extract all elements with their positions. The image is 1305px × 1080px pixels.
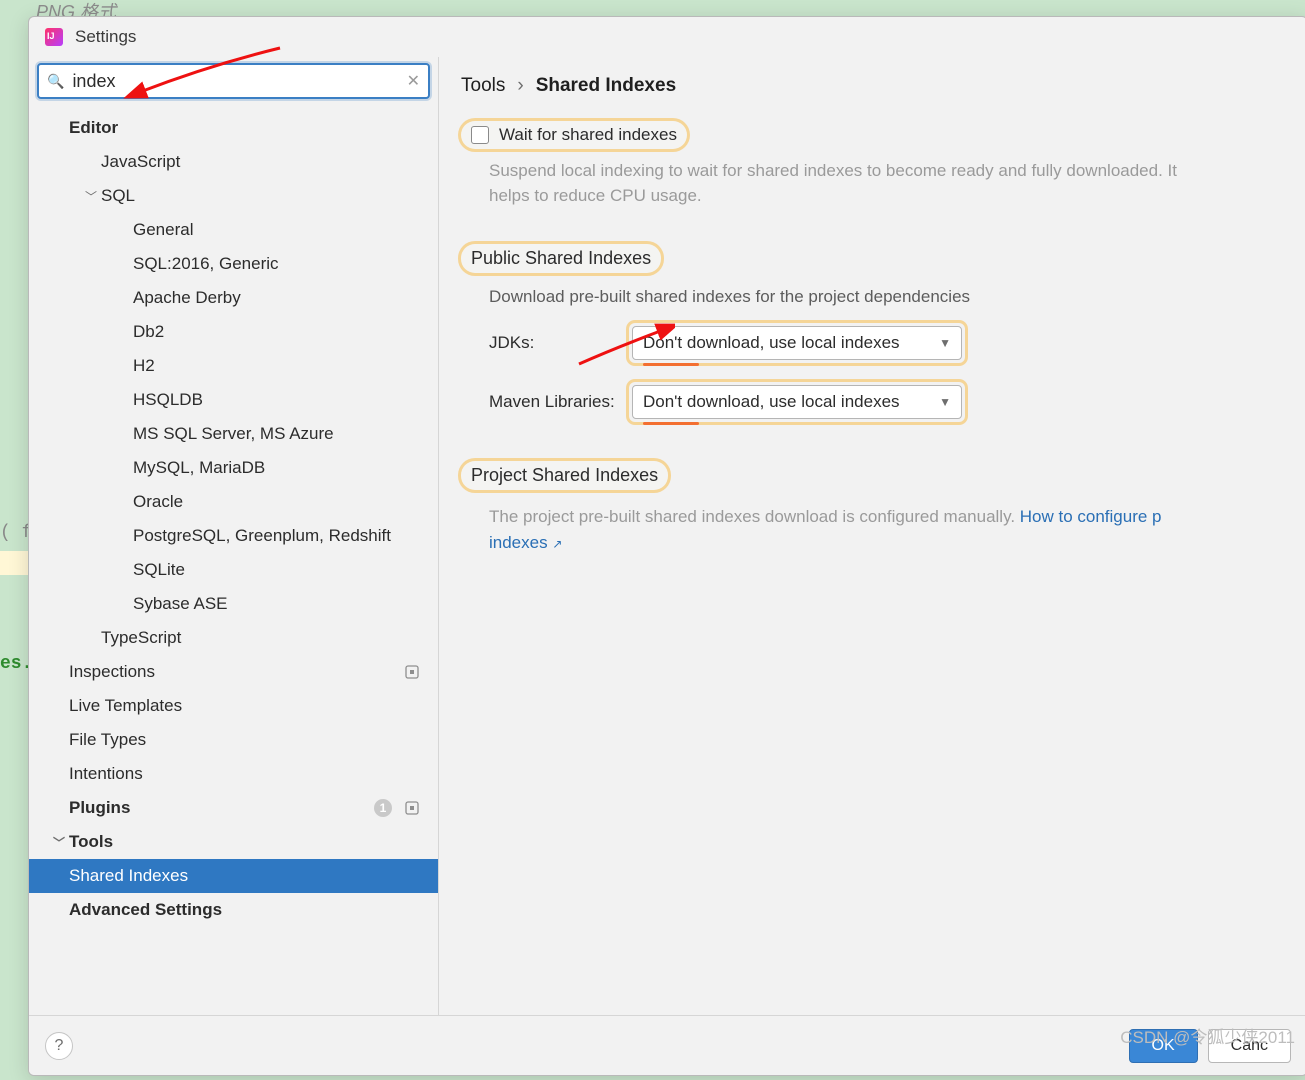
window-title: Settings bbox=[75, 27, 136, 47]
caret-down-icon: ▼ bbox=[939, 336, 951, 350]
section-title-project: Project Shared Indexes bbox=[461, 461, 668, 490]
chevron-right-icon: › bbox=[517, 75, 523, 97]
settings-sidebar: 🔍 ✕ Editor JavaScript ﹀ SQL General SQL:… bbox=[29, 57, 439, 1015]
tree-item[interactable]: MySQL, MariaDB bbox=[29, 451, 438, 485]
tree-item-file-types[interactable]: File Types bbox=[29, 723, 438, 757]
tree-item-advanced-settings[interactable]: Advanced Settings bbox=[29, 893, 438, 927]
update-badge: 1 bbox=[374, 799, 392, 817]
tree-item[interactable]: Sybase ASE bbox=[29, 587, 438, 621]
select-value: Don't download, use local indexes bbox=[643, 333, 900, 353]
settings-content: Tools › Shared Indexes Wait for shared i… bbox=[439, 57, 1305, 1015]
chevron-down-icon[interactable]: ﹀ bbox=[81, 188, 101, 205]
settings-tree: Editor JavaScript ﹀ SQL General SQL:2016… bbox=[29, 105, 438, 1015]
project-section-description: The project pre-built shared indexes dow… bbox=[489, 504, 1285, 555]
caret-down-icon: ▼ bbox=[939, 395, 951, 409]
breadcrumb: Tools › Shared Indexes bbox=[461, 75, 1285, 97]
dialog-footer: ? OK Canc bbox=[29, 1015, 1305, 1075]
search-box[interactable]: 🔍 ✕ bbox=[37, 63, 430, 99]
cancel-button[interactable]: Canc bbox=[1208, 1029, 1291, 1063]
app-icon bbox=[45, 28, 63, 46]
ok-button[interactable]: OK bbox=[1129, 1029, 1198, 1063]
breadcrumb-current: Shared Indexes bbox=[536, 75, 676, 97]
help-icon: ? bbox=[55, 1037, 64, 1055]
tree-item-editor[interactable]: Editor bbox=[29, 111, 438, 145]
tree-item-typescript[interactable]: TypeScript bbox=[29, 621, 438, 655]
how-to-configure-link[interactable]: How to configure p bbox=[1020, 507, 1162, 526]
tree-item-sql[interactable]: ﹀ SQL bbox=[29, 179, 438, 213]
gear-icon bbox=[404, 800, 420, 816]
jdks-label: JDKs: bbox=[489, 333, 619, 353]
wait-for-shared-indexes-checkbox[interactable] bbox=[471, 126, 489, 144]
select-value: Don't download, use local indexes bbox=[643, 392, 900, 412]
tree-item[interactable]: SQLite bbox=[29, 553, 438, 587]
tree-item-tools[interactable]: ﹀ Tools bbox=[29, 825, 438, 859]
tree-item-javascript[interactable]: JavaScript bbox=[29, 145, 438, 179]
breadcrumb-root[interactable]: Tools bbox=[461, 75, 505, 97]
chevron-down-icon[interactable]: ﹀ bbox=[49, 834, 69, 851]
jdks-select[interactable]: Don't download, use local indexes ▼ bbox=[632, 326, 962, 360]
checkbox-label: Wait for shared indexes bbox=[499, 125, 677, 145]
tree-item[interactable]: Apache Derby bbox=[29, 281, 438, 315]
tree-item[interactable]: MS SQL Server, MS Azure bbox=[29, 417, 438, 451]
tree-item[interactable]: PostgreSQL, Greenplum, Redshift bbox=[29, 519, 438, 553]
external-link-icon: ↗ bbox=[552, 537, 562, 551]
section-description: Download pre-built shared indexes for th… bbox=[489, 287, 1285, 307]
tree-item[interactable]: Db2 bbox=[29, 315, 438, 349]
tree-item-shared-indexes[interactable]: Shared Indexes bbox=[29, 859, 438, 893]
bg-strip bbox=[0, 551, 28, 575]
section-title-public: Public Shared Indexes bbox=[461, 244, 661, 273]
tree-item-intentions[interactable]: Intentions bbox=[29, 757, 438, 791]
tree-item[interactable]: H2 bbox=[29, 349, 438, 383]
tree-item-inspections[interactable]: Inspections bbox=[29, 655, 438, 689]
tree-item[interactable]: SQL:2016, Generic bbox=[29, 247, 438, 281]
clear-search-icon[interactable]: ✕ bbox=[407, 71, 420, 91]
search-input[interactable] bbox=[70, 70, 406, 93]
checkbox-description: Suspend local indexing to wait for share… bbox=[489, 159, 1209, 208]
how-to-configure-link[interactable]: indexes ↗ bbox=[489, 533, 562, 552]
titlebar: Settings bbox=[29, 17, 1305, 57]
tree-item-live-templates[interactable]: Live Templates bbox=[29, 689, 438, 723]
help-button[interactable]: ? bbox=[45, 1032, 73, 1060]
settings-dialog: Settings 🔍 ✕ Editor JavaScript ﹀ SQL Gen… bbox=[28, 16, 1305, 1076]
annotation-underline bbox=[643, 422, 699, 425]
gear-icon bbox=[404, 664, 420, 680]
maven-label: Maven Libraries: bbox=[489, 392, 619, 412]
annotation-underline bbox=[643, 363, 699, 366]
tree-item-plugins[interactable]: Plugins 1 bbox=[29, 791, 438, 825]
maven-libraries-select[interactable]: Don't download, use local indexes ▼ bbox=[632, 385, 962, 419]
tree-item[interactable]: Oracle bbox=[29, 485, 438, 519]
tree-item[interactable]: General bbox=[29, 213, 438, 247]
search-icon: 🔍 bbox=[47, 73, 64, 90]
tree-item[interactable]: HSQLDB bbox=[29, 383, 438, 417]
